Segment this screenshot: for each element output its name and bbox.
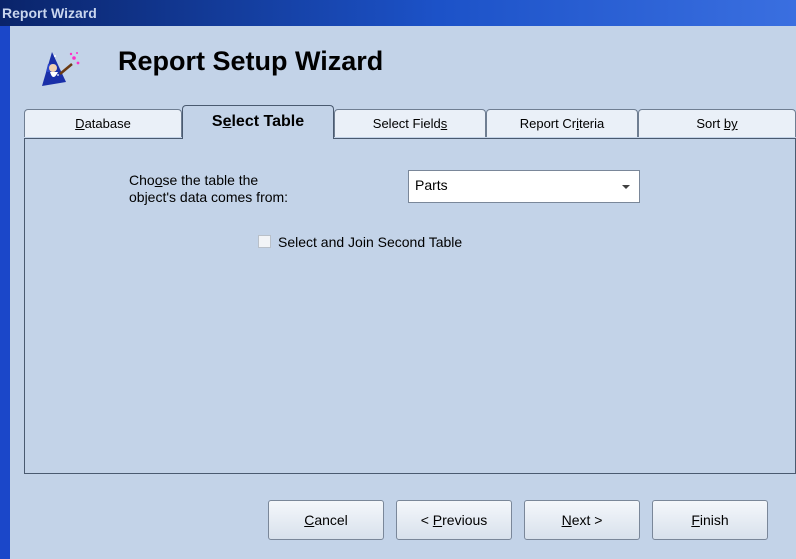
tab-select-table[interactable]: Select Table — [182, 105, 334, 139]
tab-accelerator: s — [440, 116, 448, 131]
label-part: object's data comes from: — [129, 189, 289, 205]
button-label-part: ancel — [314, 512, 348, 528]
second-table-checkbox[interactable] — [258, 235, 271, 248]
button-label-part: ext > — [571, 512, 603, 528]
button-accelerator: P — [432, 512, 443, 528]
title-bar[interactable]: Report Wizard — [0, 0, 796, 26]
table-select-value: Parts — [415, 177, 448, 193]
tab-label-part: lect Table — [231, 113, 305, 130]
wizard-client-area: Report Setup Wizard Database Select Tabl… — [10, 26, 796, 559]
report-wizard-window: Report Wizard Report Setup Wizard Databa… — [0, 0, 796, 559]
window-left-border — [0, 26, 10, 559]
tab-accelerator: by — [723, 116, 738, 131]
next-button[interactable]: Next > — [524, 500, 640, 540]
button-accelerator: N — [561, 512, 572, 528]
wizard-heading: Report Setup Wizard — [118, 46, 384, 76]
tab-label-part: Report Cr — [519, 116, 577, 131]
wizard-tabstrip: Database Select Table Select Fields Repo… — [24, 105, 796, 139]
wizard-icon — [42, 52, 80, 86]
tab-report-criteria[interactable]: Report Criteria — [486, 109, 638, 137]
tab-accelerator: D — [75, 116, 85, 131]
window-title: Report Wizard — [2, 5, 97, 21]
button-accelerator: C — [304, 512, 315, 528]
button-label-part: revious — [442, 512, 488, 528]
label-part: Cho — [129, 172, 155, 188]
tab-database[interactable]: Database — [24, 109, 182, 137]
button-label-part: inish — [699, 512, 729, 528]
select-table-panel: Choose the table the object's data comes… — [24, 138, 796, 474]
chevron-down-icon[interactable] — [622, 185, 630, 189]
cancel-button[interactable]: Cancel — [268, 500, 384, 540]
tab-label-part: atabase — [84, 116, 131, 131]
second-table-label[interactable]: Select and Join Second Table — [278, 234, 462, 250]
button-accelerator: F — [691, 512, 700, 528]
previous-button[interactable]: < Previous — [396, 500, 512, 540]
table-select-dropdown[interactable]: Parts — [408, 170, 640, 203]
tab-select-fields[interactable]: Select Fields — [334, 109, 486, 137]
finish-button[interactable]: Finish — [652, 500, 768, 540]
tab-label-part: Sort — [696, 116, 724, 131]
tab-label-part: teria — [578, 116, 605, 131]
choose-table-label: Choose the table the object's data comes… — [129, 172, 349, 206]
tab-label-part: S — [211, 113, 223, 130]
button-label-part: < — [420, 512, 433, 528]
label-part: se the table the — [162, 172, 259, 188]
tab-label-part: Select Field — [372, 116, 441, 131]
tab-sort-by[interactable]: Sort by — [638, 109, 796, 137]
